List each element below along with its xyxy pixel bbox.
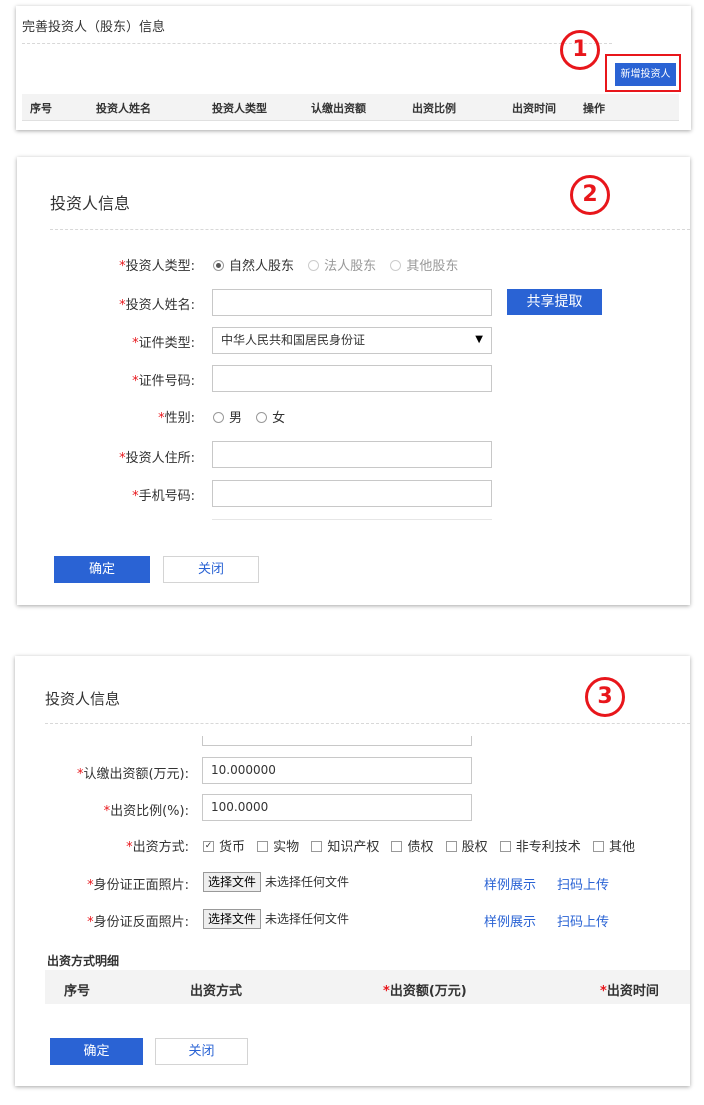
checkbox-non-patent[interactable]: 非专利技术 bbox=[499, 836, 581, 855]
method-checkboxes: ✓ 货币 实物 知识产权 债权 股权 非专利技术 其他 bbox=[203, 836, 635, 855]
col-time: 出资时间 bbox=[512, 102, 556, 115]
detail-col-time: *出资时间 bbox=[600, 984, 659, 999]
step-2-marker: 2 bbox=[570, 175, 610, 215]
radio-natural-person[interactable]: 自然人股东 bbox=[213, 255, 294, 274]
id-back-file: 选择文件 未选择任何文件 bbox=[203, 909, 349, 929]
investor-type-radios: 自然人股东 法人股东 其他股东 bbox=[213, 255, 468, 274]
checkbox-currency[interactable]: ✓ 货币 bbox=[203, 836, 245, 855]
investor-contribution-panel: 投资人信息 3 *认缴出资额(万元): 10.000000 *出资比例(%): … bbox=[15, 656, 690, 1086]
checkbox-icon bbox=[499, 841, 511, 852]
id-back-status: 未选择任何文件 bbox=[265, 912, 350, 926]
col-investor-type: 投资人类型 bbox=[212, 102, 267, 115]
id-front-status: 未选择任何文件 bbox=[265, 875, 350, 889]
investor-name-input[interactable] bbox=[212, 289, 492, 316]
method-label: *出资方式: bbox=[126, 840, 189, 855]
phone-input[interactable] bbox=[212, 480, 492, 507]
id-front-scan-link[interactable]: 扫码上传 bbox=[557, 874, 609, 893]
scrolled-input-edge bbox=[202, 736, 472, 746]
close-button[interactable]: 关闭 bbox=[163, 556, 259, 583]
detail-col-index: 序号 bbox=[64, 984, 91, 999]
id-front-choose-button[interactable]: 选择文件 bbox=[203, 872, 262, 892]
detail-col-method: 出资方式 bbox=[190, 984, 243, 999]
checkbox-equity[interactable]: 股权 bbox=[445, 836, 488, 855]
checkbox-icon bbox=[445, 841, 457, 852]
radio-male[interactable]: 男 bbox=[213, 407, 242, 426]
radio-icon bbox=[390, 260, 402, 271]
id-back-label: *身份证反面照片: bbox=[87, 915, 189, 930]
checkbox-icon bbox=[592, 841, 604, 852]
id-type-value: 中华人民共和国居民身份证 bbox=[221, 333, 366, 347]
detail-col-amount: *出资额(万元) bbox=[383, 984, 467, 999]
id-number-label: *证件号码: bbox=[132, 374, 195, 389]
add-investor-button[interactable]: 新增投资人 bbox=[615, 63, 676, 86]
checkbox-icon bbox=[257, 841, 269, 852]
checkbox-other[interactable]: 其他 bbox=[592, 836, 635, 855]
id-back-choose-button[interactable]: 选择文件 bbox=[203, 909, 262, 929]
panel-title: 完善投资人（股东）信息 bbox=[22, 20, 166, 35]
scroll-divider bbox=[212, 519, 492, 520]
phone-label: *手机号码: bbox=[132, 489, 195, 504]
checkbox-checked-icon: ✓ bbox=[203, 841, 214, 852]
gender-radios: 男 女 bbox=[213, 407, 295, 426]
id-front-file: 选择文件 未选择任何文件 bbox=[203, 872, 349, 892]
step-1-marker: 1 bbox=[560, 30, 600, 70]
detail-table-header: 序号 出资方式 *出资额(万元) *出资时间 bbox=[45, 970, 690, 1004]
detail-section-title: 出资方式明细 bbox=[47, 954, 120, 968]
id-number-input[interactable] bbox=[212, 365, 492, 392]
share-extract-button[interactable]: 共享提取 bbox=[507, 289, 602, 315]
col-amount: 认缴出资额 bbox=[311, 102, 366, 115]
step-3-marker: 3 bbox=[585, 677, 625, 717]
id-type-label: *证件类型: bbox=[132, 336, 195, 351]
checkbox-icon bbox=[391, 841, 403, 852]
checkbox-ip[interactable]: 知识产权 bbox=[311, 836, 379, 855]
table-header: 序号 投资人姓名 投资人类型 认缴出资额 出资比例 出资时间 操作 bbox=[22, 94, 679, 121]
address-label: *投资人住所: bbox=[119, 451, 195, 466]
investor-type-label: *投资人类型: bbox=[119, 259, 195, 274]
investor-name-label: *投资人姓名: bbox=[119, 298, 195, 313]
id-front-sample-link[interactable]: 样例展示 bbox=[484, 874, 536, 893]
ratio-input[interactable]: 100.0000 bbox=[202, 794, 472, 821]
col-actions: 操作 bbox=[583, 102, 605, 115]
checkbox-debt[interactable]: 债权 bbox=[391, 836, 433, 855]
amount-input[interactable]: 10.000000 bbox=[202, 757, 472, 784]
confirm-button[interactable]: 确定 bbox=[50, 1038, 143, 1065]
checkbox-physical[interactable]: 实物 bbox=[257, 836, 299, 855]
id-back-sample-link[interactable]: 样例展示 bbox=[484, 911, 536, 930]
id-back-scan-link[interactable]: 扫码上传 bbox=[557, 911, 609, 930]
radio-icon bbox=[256, 412, 268, 423]
amount-label: *认缴出资额(万元): bbox=[76, 767, 189, 782]
col-index: 序号 bbox=[30, 102, 52, 115]
col-investor-name: 投资人姓名 bbox=[96, 102, 151, 115]
address-input[interactable] bbox=[212, 441, 492, 468]
panel-title: 投资人信息 bbox=[50, 194, 131, 213]
confirm-button[interactable]: 确定 bbox=[54, 556, 150, 583]
dropdown-arrow-icon: ▼ bbox=[475, 334, 483, 345]
investor-list-panel: 完善投资人（股东）信息 1 新增投资人 序号 投资人姓名 投资人类型 认缴出资额… bbox=[16, 6, 691, 130]
id-type-select[interactable]: 中华人民共和国居民身份证 ▼ bbox=[212, 327, 492, 354]
id-front-label: *身份证正面照片: bbox=[87, 878, 189, 893]
radio-female[interactable]: 女 bbox=[256, 407, 285, 426]
gender-label: *性别: bbox=[158, 411, 195, 426]
panel-title: 投资人信息 bbox=[45, 690, 121, 708]
radio-legal-person[interactable]: 法人股东 bbox=[308, 255, 376, 274]
investor-form-panel: 投资人信息 2 *投资人类型: 自然人股东 法人股东 其他股东 *投资人姓名: … bbox=[17, 157, 690, 605]
radio-other[interactable]: 其他股东 bbox=[390, 255, 458, 274]
checkbox-icon bbox=[311, 841, 323, 852]
ratio-label: *出资比例(%): bbox=[103, 804, 189, 819]
col-ratio: 出资比例 bbox=[412, 102, 456, 115]
radio-checked-icon bbox=[213, 260, 224, 271]
radio-icon bbox=[213, 412, 224, 423]
close-button[interactable]: 关闭 bbox=[155, 1038, 248, 1065]
radio-icon bbox=[308, 260, 320, 271]
